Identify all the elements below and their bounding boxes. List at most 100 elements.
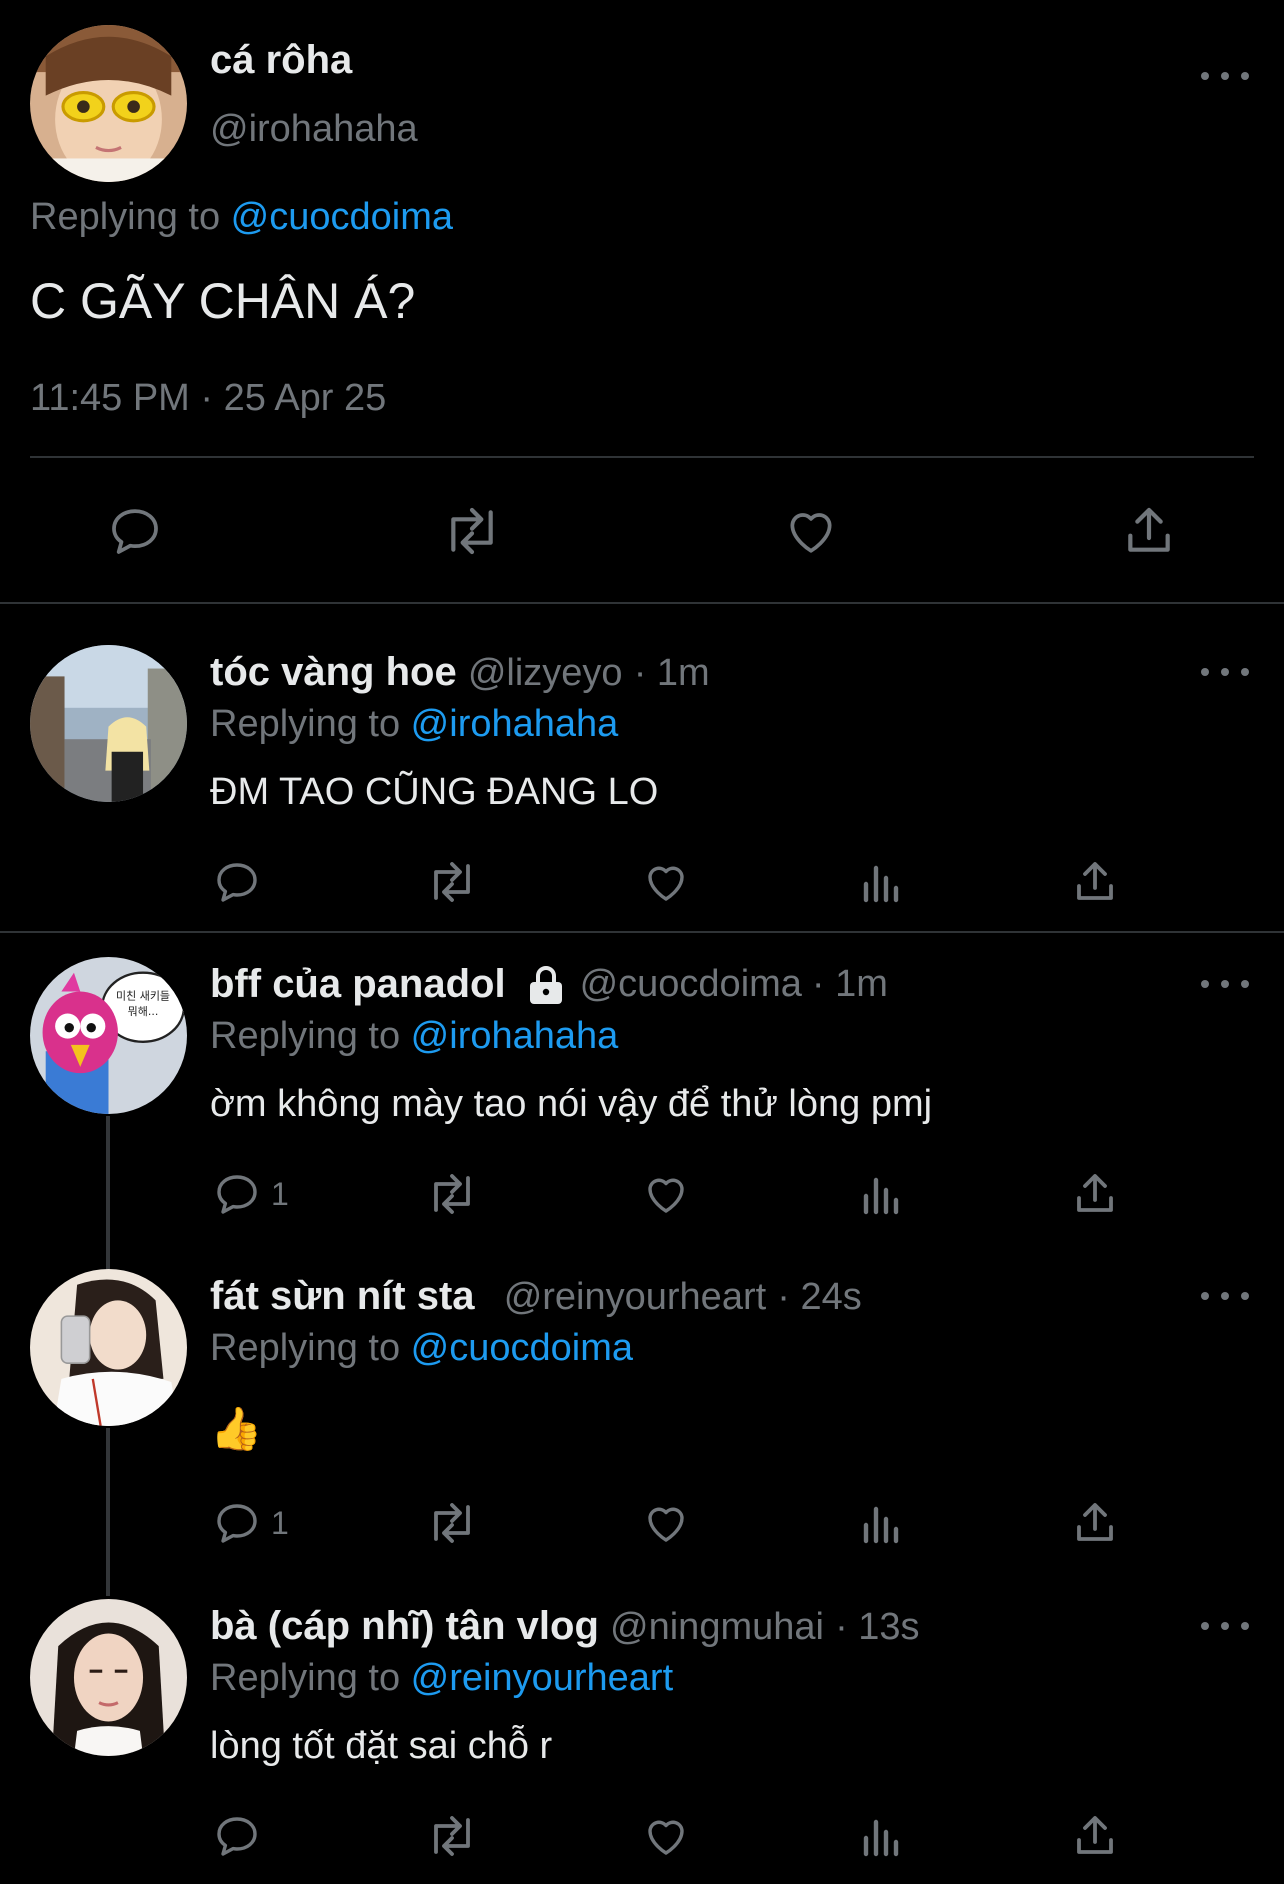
more-options-icon[interactable] bbox=[1201, 974, 1249, 994]
like-button[interactable] bbox=[642, 1170, 690, 1218]
reply-icon bbox=[217, 863, 257, 902]
more-options-icon[interactable] bbox=[1201, 1616, 1249, 1636]
replying-to-label: Replying to bbox=[30, 196, 231, 238]
retweet-icon bbox=[451, 507, 493, 555]
reply-icon bbox=[217, 1504, 257, 1543]
reply-display-name[interactable]: bff của panadol bbox=[210, 962, 506, 1007]
replying-to-label: Replying to bbox=[210, 703, 411, 745]
reply-button[interactable]: 1 bbox=[213, 1499, 289, 1547]
retweet-icon bbox=[434, 1816, 470, 1856]
reply-avatar[interactable] bbox=[30, 1599, 187, 1756]
reply-avatar[interactable]: 미친 새키들 뭐해... bbox=[30, 957, 187, 1114]
thread-connector bbox=[106, 1428, 110, 1596]
main-replying-line: Replying to @cuocdoima bbox=[30, 196, 453, 239]
share-icon bbox=[1077, 1816, 1113, 1854]
analytics-button[interactable] bbox=[858, 1499, 906, 1547]
replying-to-label: Replying to bbox=[210, 1657, 411, 1699]
reply-display-name[interactable]: bà (cáp nhĩ) tân vlog bbox=[210, 1604, 599, 1648]
reply-text: lòng tốt đặt sai chỗ r bbox=[210, 1725, 553, 1767]
reply-replying-line: Replying to @cuocdoima bbox=[210, 1327, 633, 1370]
reply-replying-line: Replying to @irohahaha bbox=[210, 703, 618, 746]
retweet-button[interactable] bbox=[424, 1170, 480, 1218]
reply-handle[interactable]: @ningmuhai bbox=[610, 1606, 824, 1648]
replying-to-link[interactable]: @reinyourheart bbox=[411, 1657, 673, 1699]
main-divider bbox=[30, 456, 1254, 458]
like-button[interactable] bbox=[642, 1812, 690, 1860]
retweet-button[interactable] bbox=[424, 1812, 480, 1860]
reply-text: 👍 bbox=[210, 1405, 263, 1452]
reply-icon bbox=[217, 1817, 257, 1856]
reply-button[interactable]: 1 bbox=[213, 1170, 289, 1218]
thread-connector bbox=[106, 1116, 110, 1270]
reply-replying-line: Replying to @reinyourheart bbox=[210, 1657, 673, 1700]
reply-display-name[interactable]: fát sừn nít sta bbox=[210, 1274, 475, 1318]
avatar-image-icon bbox=[30, 1269, 187, 1426]
replying-to-label: Replying to bbox=[210, 1015, 411, 1057]
analytics-icon bbox=[863, 865, 899, 903]
replying-to-link[interactable]: @cuocdoima bbox=[231, 196, 453, 238]
replying-to-label: Replying to bbox=[210, 1327, 411, 1369]
main-timestamp[interactable]: 11:45 PM · 25 Apr 25 bbox=[30, 377, 386, 420]
more-options-icon[interactable] bbox=[1201, 66, 1249, 86]
protected-lock-icon bbox=[526, 964, 566, 1006]
svg-text:뭐해...: 뭐해... bbox=[128, 1004, 159, 1018]
analytics-icon bbox=[863, 1506, 899, 1544]
reply-time[interactable]: · 13s bbox=[835, 1606, 919, 1648]
retweet-icon bbox=[434, 862, 470, 902]
section-divider bbox=[0, 602, 1284, 604]
reply-button[interactable] bbox=[213, 858, 271, 906]
reply-avatar[interactable] bbox=[30, 645, 187, 802]
retweet-button[interactable] bbox=[424, 1499, 480, 1547]
retweet-icon bbox=[434, 1503, 470, 1543]
reply-text: ờm không mày tao nói vậy để thử lòng pmj bbox=[210, 1083, 933, 1125]
analytics-button[interactable] bbox=[858, 1170, 906, 1218]
reply-count: 1 bbox=[271, 1175, 289, 1212]
share-button[interactable] bbox=[1071, 1170, 1119, 1218]
reply-display-name[interactable]: tóc vàng hoe bbox=[210, 650, 457, 694]
reply-button[interactable] bbox=[106, 503, 164, 559]
more-options-icon[interactable] bbox=[1201, 1286, 1249, 1306]
main-handle[interactable]: @irohahaha bbox=[210, 108, 418, 151]
reply-time[interactable]: · 1m bbox=[812, 963, 888, 1006]
more-options-icon[interactable] bbox=[1201, 662, 1249, 682]
replying-to-link[interactable]: @irohahaha bbox=[411, 703, 619, 745]
analytics-icon bbox=[863, 1177, 899, 1215]
avatar-image-icon bbox=[30, 25, 187, 182]
reply-time[interactable]: · 24s bbox=[777, 1276, 861, 1318]
retweet-icon bbox=[434, 1174, 470, 1214]
reply-time[interactable]: · 1m bbox=[634, 652, 710, 694]
heart-icon bbox=[790, 513, 832, 553]
reply-handle[interactable]: @lizyeyo bbox=[468, 652, 623, 694]
like-button[interactable] bbox=[781, 503, 841, 559]
reply-avatar[interactable] bbox=[30, 1269, 187, 1426]
replying-to-link[interactable]: @cuocdoima bbox=[411, 1327, 633, 1369]
share-icon bbox=[1128, 507, 1170, 552]
reply-header: fát sừn nít sta @reinyourheart · 24s bbox=[210, 1274, 862, 1319]
replying-to-link[interactable]: @irohahaha bbox=[411, 1015, 619, 1057]
analytics-icon bbox=[863, 1819, 899, 1857]
share-icon bbox=[1077, 1503, 1113, 1541]
reply-handle[interactable]: @reinyourheart bbox=[504, 1276, 766, 1318]
main-avatar[interactable] bbox=[30, 25, 187, 182]
reply-text: ĐM TAO CŨNG ĐANG LO bbox=[210, 771, 659, 813]
like-button[interactable] bbox=[642, 858, 690, 906]
reply-header: bff của panadol @cuocdoima · 1m bbox=[210, 962, 888, 1007]
retweet-button[interactable] bbox=[438, 503, 506, 559]
avatar-image-icon: 미친 새키들 뭐해... bbox=[30, 957, 187, 1114]
share-button[interactable] bbox=[1121, 503, 1177, 559]
share-button[interactable] bbox=[1071, 1499, 1119, 1547]
like-button[interactable] bbox=[642, 1499, 690, 1547]
share-button[interactable] bbox=[1071, 858, 1119, 906]
analytics-button[interactable] bbox=[858, 1812, 906, 1860]
reply-handle[interactable]: @cuocdoima bbox=[580, 963, 802, 1006]
share-button[interactable] bbox=[1071, 1812, 1119, 1860]
main-display-name[interactable]: cá rôha bbox=[210, 38, 352, 83]
main-tweet-text: C GÃY CHÂN Á? bbox=[30, 273, 416, 329]
reply-icon bbox=[217, 1175, 257, 1214]
analytics-button[interactable] bbox=[858, 858, 906, 906]
reply-button[interactable] bbox=[213, 1812, 271, 1860]
retweet-button[interactable] bbox=[424, 858, 480, 906]
avatar-image-icon bbox=[30, 1599, 187, 1756]
reply-icon bbox=[112, 509, 158, 554]
reply-count: 1 bbox=[271, 1504, 289, 1541]
